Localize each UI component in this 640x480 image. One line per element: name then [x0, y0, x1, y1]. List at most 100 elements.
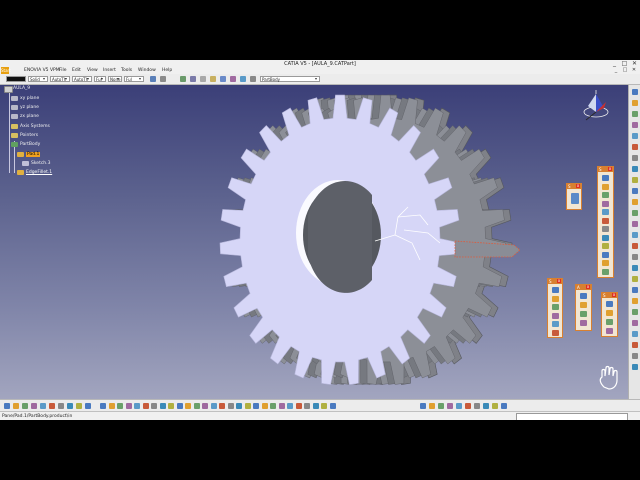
standard-icon[interactable]: [13, 403, 19, 409]
analysis-icon[interactable]: [438, 403, 444, 409]
transform-icon[interactable]: [580, 320, 587, 326]
standard-icon[interactable]: [31, 403, 37, 409]
view-icon[interactable]: [321, 403, 327, 409]
workbench-tool-icon[interactable]: [632, 111, 638, 117]
transform-icon[interactable]: [580, 293, 587, 299]
view-icon[interactable]: [176, 403, 183, 409]
standard-icon[interactable]: [85, 403, 91, 409]
tree-root[interactable]: AULA_9: [13, 86, 30, 91]
sketch-based-features-panel[interactable]: Sx: [597, 166, 614, 278]
analysis-icon[interactable]: [429, 403, 435, 409]
view-icon[interactable]: [185, 403, 191, 409]
tree-yz-plane[interactable]: yz plane: [20, 105, 39, 110]
workbench-tool-icon[interactable]: [632, 276, 638, 282]
menu-edit[interactable]: Edit: [72, 68, 81, 73]
standard-icon[interactable]: [40, 403, 46, 409]
workbench-tool-icon[interactable]: [632, 243, 638, 249]
sketch-icon[interactable]: [571, 193, 579, 204]
standard-icon[interactable]: [4, 403, 10, 409]
tree-pad[interactable]: Pad.1: [26, 152, 41, 157]
feature-icon[interactable]: [602, 226, 609, 232]
workbench-tool-icon[interactable]: [632, 353, 638, 359]
view-icon[interactable]: [108, 403, 115, 409]
workbench-tool-icon[interactable]: [632, 287, 638, 293]
command-input[interactable]: [516, 413, 628, 420]
workbench-tool-icon[interactable]: [632, 199, 638, 205]
line-icon[interactable]: [220, 76, 226, 82]
workbench-tool-icon[interactable]: [632, 309, 638, 315]
view-icon[interactable]: [168, 403, 174, 409]
view-icon[interactable]: [253, 403, 259, 409]
feature-icon[interactable]: [602, 217, 609, 224]
analysis-icon[interactable]: [420, 403, 426, 409]
dressup-icon[interactable]: [552, 304, 559, 310]
menu-enovia[interactable]: ENOVIA V5 VPM: [24, 68, 60, 73]
workbench-tool-icon[interactable]: [632, 133, 638, 139]
tree-zx-plane[interactable]: zx plane: [20, 114, 39, 119]
analysis-icon[interactable]: [465, 403, 471, 409]
analysis-icon[interactable]: [501, 403, 507, 409]
menu-tools[interactable]: Tools: [121, 68, 132, 73]
close-button[interactable]: ✕: [630, 60, 639, 67]
view-icon[interactable]: [287, 403, 293, 409]
part-body-combo[interactable]: PartBody ▾: [260, 76, 320, 82]
dressup-icon[interactable]: [552, 295, 559, 302]
layer-filter-combo[interactable]: Ful ▾: [124, 76, 144, 82]
tree-xy-plane[interactable]: xy plane: [20, 96, 39, 101]
workbench-tool-icon[interactable]: [632, 177, 638, 183]
maximize-button[interactable]: □: [620, 60, 629, 67]
view-icon[interactable]: [125, 403, 132, 409]
transform-icon[interactable]: [580, 311, 587, 317]
workbench-tool-icon[interactable]: [632, 320, 638, 326]
dress-up-features-panel[interactable]: Sx: [547, 278, 563, 338]
paint-icon[interactable]: [150, 76, 156, 82]
thickness-combo[interactable]: AutoTh ▾: [50, 76, 70, 82]
feature-icon[interactable]: [602, 251, 609, 258]
linetype-combo[interactable]: Solid ▾: [28, 76, 48, 82]
workbench-tool-icon[interactable]: [632, 122, 638, 128]
plane-icon[interactable]: [190, 76, 196, 82]
dressup-icon[interactable]: [552, 329, 559, 336]
tree-part-body[interactable]: PartBody: [20, 142, 40, 147]
view-icon[interactable]: [244, 403, 251, 409]
none-combo[interactable]: None ▾: [108, 76, 122, 82]
workbench-tool-icon[interactable]: [632, 100, 638, 106]
tree-edge-fillet[interactable]: EdgeFillet.1: [26, 170, 52, 175]
boolean-icon[interactable]: [606, 319, 613, 325]
view-icon[interactable]: [270, 403, 276, 409]
tree-points[interactable]: Pointers: [20, 133, 38, 138]
view-icon[interactable]: [193, 403, 200, 409]
tree-axis-systems[interactable]: Axis Systems: [20, 124, 50, 129]
workbench-tool-icon[interactable]: [632, 144, 638, 150]
view-icon[interactable]: [100, 403, 106, 409]
workbench-tool-icon[interactable]: [632, 331, 638, 337]
view-icon[interactable]: [295, 403, 302, 409]
menu-insert[interactable]: Insert: [103, 68, 116, 73]
workbench-tool-icon[interactable]: [632, 188, 638, 194]
dressup-icon[interactable]: [552, 312, 559, 319]
feature-icon[interactable]: [602, 243, 609, 249]
menu-file[interactable]: File: [59, 68, 67, 73]
dressup-icon[interactable]: [552, 287, 559, 293]
menu-view[interactable]: View: [87, 68, 98, 73]
analysis-icon[interactable]: [447, 403, 453, 409]
dressup-icon[interactable]: [552, 321, 559, 327]
doc-close-button[interactable]: ✕: [630, 67, 638, 74]
boolean-icon[interactable]: [606, 328, 613, 334]
view-icon[interactable]: [278, 403, 285, 409]
standard-icon[interactable]: [22, 403, 28, 409]
grid-icon[interactable]: [250, 76, 256, 82]
feature-icon[interactable]: [602, 175, 609, 181]
menu-help[interactable]: Help: [162, 68, 172, 73]
workbench-tool-icon[interactable]: [632, 221, 638, 227]
copy-format-icon[interactable]: [160, 76, 166, 82]
view-icon[interactable]: [142, 403, 149, 409]
view-icon[interactable]: [304, 403, 310, 409]
workbench-tool-icon[interactable]: [632, 254, 638, 260]
view-icon[interactable]: [159, 403, 166, 409]
feature-icon[interactable]: [602, 209, 609, 215]
feature-icon[interactable]: [602, 183, 609, 190]
view-icon[interactable]: [151, 403, 157, 409]
feature-icon[interactable]: [602, 192, 609, 198]
view-icon[interactable]: [117, 403, 123, 409]
